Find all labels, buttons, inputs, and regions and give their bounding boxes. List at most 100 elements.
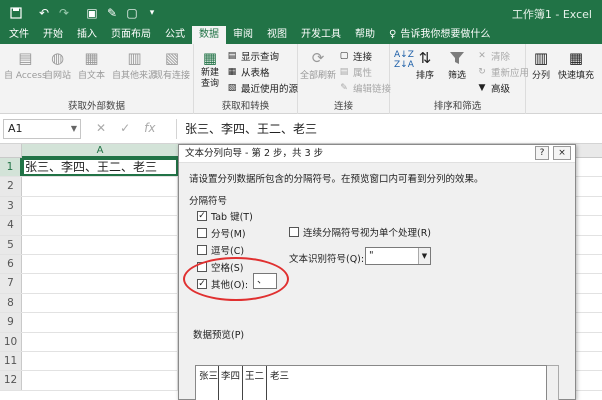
tab-file[interactable]: 文件	[2, 26, 36, 44]
row-header[interactable]: 1	[0, 158, 22, 177]
cell[interactable]	[22, 332, 178, 351]
group-data-tools: ▥ 分列 ▦ 快速填充	[526, 44, 602, 114]
show-queries-button[interactable]: ▤ 显示查询	[226, 49, 279, 63]
from-access-button[interactable]: ▤ 自 Access	[4, 48, 47, 81]
semicolon-checkbox[interactable]: 分号(M)	[197, 226, 246, 240]
checkbox-semicolon[interactable]	[197, 228, 207, 238]
from-other-sources-button[interactable]: ▥ 自其他来源	[112, 48, 157, 81]
checkbox-tab[interactable]: ✓	[197, 211, 207, 221]
text-to-columns-button[interactable]: ▥ 分列	[530, 48, 552, 81]
cell[interactable]	[22, 371, 178, 390]
tab-developer[interactable]: 开发工具	[294, 26, 348, 44]
chevron-down-icon[interactable]: ▼	[71, 120, 77, 138]
cell[interactable]	[22, 351, 178, 371]
column-break-line	[266, 366, 267, 400]
select-all-corner[interactable]	[0, 144, 22, 158]
filter-button[interactable]: 筛选	[446, 48, 468, 81]
group-get-external-data: ▤ 自 Access ◍ 自网站 ▦ 自文本 ▥ 自其他来源 ▧ 现有连接 获取…	[0, 44, 194, 114]
flash-fill-button[interactable]: ▦ 快速填充	[558, 48, 594, 81]
row-header[interactable]: 2	[0, 177, 22, 196]
formula-bar-buttons: ✕ ✓ fx	[96, 121, 155, 135]
row-header[interactable]: 3	[0, 196, 22, 216]
consecutive-delimiters-checkbox[interactable]: 连续分隔符号视为单个处理(R)	[289, 225, 431, 239]
tab-formulas[interactable]: 公式	[158, 26, 192, 44]
row-header[interactable]: 9	[0, 313, 22, 332]
connections-icon: ▧	[164, 49, 180, 67]
row-header[interactable]: 10	[0, 332, 22, 351]
preview-scrollbar[interactable]	[547, 365, 559, 400]
tab-help[interactable]: 帮助	[348, 26, 382, 44]
dialog-description: 请设置分列数据所包含的分隔符号。在预览窗口内可看到分列的效果。	[189, 174, 484, 185]
cell[interactable]	[22, 216, 178, 235]
close-button[interactable]: ×	[553, 146, 571, 160]
column-header-a[interactable]: A	[22, 144, 178, 158]
sort-button[interactable]: ⇅ 排序	[414, 48, 436, 81]
from-table-button[interactable]: ▦ 从表格	[226, 65, 270, 79]
text-qualifier-select[interactable]: " ▼	[365, 247, 431, 265]
sort-ascending-icon[interactable]: A↓Z	[394, 50, 414, 60]
row-header[interactable]: 4	[0, 216, 22, 235]
tab-page-layout[interactable]: 页面布局	[104, 26, 158, 44]
existing-connections-button[interactable]: ▧ 现有连接	[154, 48, 190, 81]
cell[interactable]	[22, 313, 178, 332]
new-query-button[interactable]: ▦ 新建 查询	[196, 48, 224, 90]
save-icon[interactable]	[6, 4, 26, 22]
tell-me[interactable]: ♀ 告诉我你想要做什么	[382, 26, 497, 44]
group-sort-filter: A↓Z Z↓A ⇅ 排序 筛选 ✕ 清除 ↻ 重新应用 ▼ 高级 排序和筛选	[390, 44, 529, 114]
row-header[interactable]: 7	[0, 274, 22, 293]
cancel-icon[interactable]: ✕	[96, 121, 106, 135]
checkbox-comma[interactable]	[197, 245, 207, 255]
row-header[interactable]: 5	[0, 235, 22, 254]
row-header[interactable]: 12	[0, 371, 22, 390]
row-header[interactable]: 6	[0, 254, 22, 274]
tab-checkbox[interactable]: ✓ Tab 键(T)	[197, 209, 253, 223]
cell[interactable]	[22, 196, 178, 216]
cell[interactable]	[22, 274, 178, 293]
chevron-down-icon[interactable]: ▼	[418, 248, 430, 264]
edit-links-button[interactable]: ✎ 编辑链接	[338, 81, 391, 95]
clear-filter-button[interactable]: ✕ 清除	[476, 49, 510, 63]
cell-a1[interactable]: 张三、李四、王二、老三	[22, 158, 178, 177]
insert-function-icon[interactable]: fx	[144, 121, 155, 135]
properties-button[interactable]: ▤ 属性	[338, 65, 372, 79]
lightbulb-icon: ♀	[389, 29, 397, 40]
print-preview-icon[interactable]: ▣	[82, 4, 102, 22]
formula-input[interactable]: 张三、李四、王二、老三	[176, 119, 600, 139]
sort-az-icons: A↓Z Z↓A	[394, 50, 414, 70]
cell[interactable]	[22, 177, 178, 196]
refresh-all-button[interactable]: ⟳ 全部刷新	[300, 48, 336, 81]
tab-data[interactable]: 数据	[192, 26, 226, 44]
reapply-button[interactable]: ↻ 重新应用	[476, 65, 529, 79]
row-header[interactable]: 8	[0, 293, 22, 313]
group-get-transform: ▦ 新建 查询 ▤ 显示查询 ▦ 从表格 ▧ 最近使用的源 获取和转换	[194, 44, 298, 114]
tab-home[interactable]: 开始	[36, 26, 70, 44]
help-button[interactable]: ?	[535, 146, 549, 160]
advanced-filter-button[interactable]: ▼ 高级	[476, 81, 510, 95]
link-icon: ▢	[339, 51, 349, 61]
tab-insert[interactable]: 插入	[70, 26, 104, 44]
checkbox-consecutive[interactable]	[289, 227, 299, 237]
from-text-button[interactable]: ▦ 自文本	[78, 48, 105, 81]
recent-sources-button[interactable]: ▧ 最近使用的源	[226, 81, 298, 95]
data-preview[interactable]: 张三 李四 王二 老三	[195, 365, 547, 400]
sort-descending-icon[interactable]: Z↓A	[394, 60, 414, 70]
undo-icon[interactable]: ↶	[34, 4, 54, 22]
new-icon[interactable]: ▢	[122, 4, 142, 22]
text-qualifier-label: 文本识别符号(Q):	[289, 254, 365, 265]
name-box[interactable]: A1 ▼	[3, 119, 81, 139]
row-header[interactable]: 11	[0, 351, 22, 371]
enter-icon[interactable]: ✓	[120, 121, 130, 135]
cell[interactable]	[22, 235, 178, 254]
column-break-line	[218, 366, 219, 400]
tab-review[interactable]: 审阅	[226, 26, 260, 44]
tab-view[interactable]: 视图	[260, 26, 294, 44]
cell[interactable]	[22, 293, 178, 313]
connections-button[interactable]: ▢ 连接	[338, 49, 372, 63]
format-painter-icon[interactable]: ✎	[102, 4, 122, 22]
comma-checkbox[interactable]: 逗号(C)	[197, 243, 244, 257]
from-web-button[interactable]: ◍ 自网站	[44, 48, 71, 81]
redo-icon[interactable]: ↷	[54, 4, 74, 22]
qat-more-icon[interactable]: ▾	[142, 4, 162, 22]
preview-column: 李四	[221, 371, 241, 382]
cell[interactable]	[22, 254, 178, 274]
